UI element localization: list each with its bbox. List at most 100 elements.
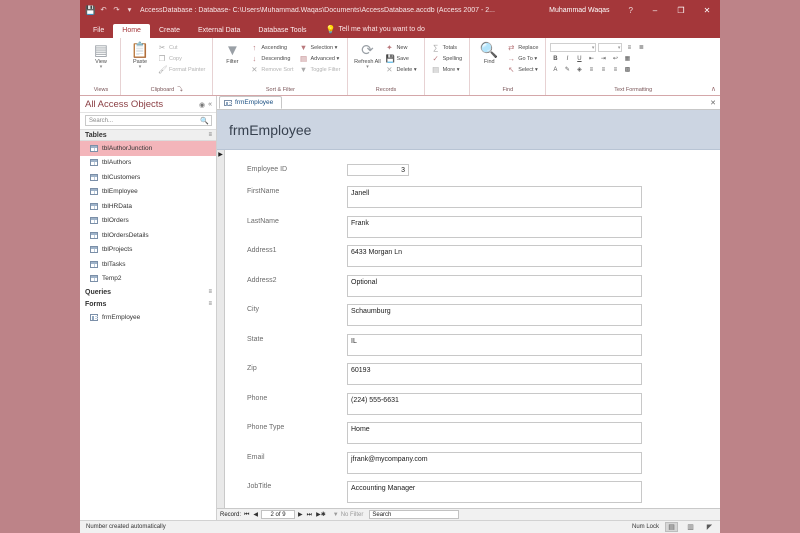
tab-external-data[interactable]: External Data xyxy=(189,24,249,38)
save-record-button[interactable]: 💾 Save xyxy=(382,53,419,64)
state-field[interactable]: IL xyxy=(347,333,642,356)
list-item[interactable]: Temp2 xyxy=(80,272,216,287)
tell-me-box[interactable]: 💡 Tell me what you want to do xyxy=(316,22,431,38)
list-item[interactable]: tblProjects xyxy=(80,243,216,258)
copy-button[interactable]: ❐ Copy xyxy=(155,53,208,64)
selection-button[interactable]: ▼ Selection ▾ xyxy=(296,42,343,53)
ascending-button[interactable]: ↑ Ascending xyxy=(247,42,296,53)
decrease-indent-icon[interactable]: ⇤ xyxy=(586,54,596,63)
select-button[interactable]: ↖ Select ▾ xyxy=(504,64,541,75)
list-item[interactable]: tblTasks xyxy=(80,257,216,272)
close-button[interactable]: ✕ xyxy=(694,0,720,20)
list-item[interactable]: tblAuthors xyxy=(80,156,216,171)
tab-file[interactable]: File xyxy=(84,24,114,38)
first-record-button[interactable]: ⏮ xyxy=(243,512,250,518)
list-item[interactable]: tblCustomers xyxy=(80,170,216,185)
close-document-icon[interactable]: ✕ xyxy=(710,99,716,107)
employee-id-field[interactable]: 3 xyxy=(347,164,409,176)
find-button[interactable]: 🔍 Find xyxy=(474,41,504,65)
new-record-button[interactable]: ▶✱ xyxy=(315,512,327,518)
customize-qat-icon[interactable]: ▾ xyxy=(125,6,134,15)
highlight-icon[interactable]: ✎ xyxy=(562,65,572,74)
lastname-field[interactable]: Frank xyxy=(347,215,642,238)
record-search-input[interactable]: Search xyxy=(369,510,460,519)
firstname-field[interactable]: Janell xyxy=(347,186,642,208)
collapse-ribbon-icon[interactable]: ∧ xyxy=(711,85,716,93)
bullets-icon[interactable]: ≡ xyxy=(624,43,634,52)
list-item[interactable]: tblHRData xyxy=(80,199,216,214)
city-field[interactable]: Schaumburg xyxy=(347,304,642,326)
list-item[interactable]: tblOrdersDetails xyxy=(80,228,216,243)
layout-view-icon[interactable]: ▥ xyxy=(684,522,697,532)
save-icon[interactable]: 💾 xyxy=(85,6,96,15)
navigation-pane-header[interactable]: All Access Objects ◉ « xyxy=(80,96,216,113)
background-color-icon[interactable]: ◈ xyxy=(574,65,584,74)
underline-button[interactable]: U xyxy=(574,54,584,63)
expander-icon[interactable]: ≡ xyxy=(208,132,212,138)
bold-button[interactable]: B xyxy=(550,54,560,63)
list-item[interactable]: frmEmployee xyxy=(80,310,216,325)
dialog-launcher-icon[interactable]: ⤵ xyxy=(177,86,183,95)
record-counter[interactable]: 2 of 9 xyxy=(261,510,296,519)
list-item[interactable]: tblOrders xyxy=(80,214,216,229)
tab-frmemployee[interactable]: frmEmployee xyxy=(219,96,283,109)
go-to-button[interactable]: → Go To ▾ xyxy=(504,53,541,64)
next-record-button[interactable]: ▶ xyxy=(297,512,304,518)
advanced-button[interactable]: ▤ Advanced ▾ xyxy=(296,53,343,64)
collapse-pane-icon[interactable]: « xyxy=(208,101,212,108)
format-painter-button[interactable]: 🖌 Format Painter xyxy=(155,64,208,75)
filter-status[interactable]: ▼ No Filter xyxy=(333,512,364,518)
list-item[interactable]: tblEmployee xyxy=(80,185,216,200)
phone-field[interactable]: (224) 555-6631 xyxy=(347,392,642,415)
design-view-icon[interactable]: ◤ xyxy=(703,522,716,532)
rtl-icon[interactable]: ↩ xyxy=(610,54,620,63)
numbering-icon[interactable]: ≣ xyxy=(636,43,646,52)
tab-create[interactable]: Create xyxy=(150,24,189,38)
record-selector[interactable]: ▶ xyxy=(217,150,225,508)
address2-field[interactable]: Optional xyxy=(347,274,642,297)
refresh-all-button[interactable]: ⟳ Refresh All ▾ xyxy=(352,41,382,70)
nav-group-tables[interactable]: Tables ≡ xyxy=(80,129,216,141)
tab-database-tools[interactable]: Database Tools xyxy=(249,24,315,38)
totals-button[interactable]: ∑ Totals xyxy=(429,42,466,53)
previous-record-button[interactable]: ◀ xyxy=(252,512,259,518)
undo-icon[interactable]: ↶ xyxy=(99,6,108,15)
nav-group-queries[interactable]: Queries ≡ xyxy=(80,286,216,298)
maximize-button[interactable]: ❐ xyxy=(668,0,694,20)
minimize-button[interactable]: – xyxy=(642,0,668,20)
email-field[interactable]: jfrank@mycompany.com xyxy=(347,451,642,474)
phone-type-field[interactable]: Home xyxy=(347,422,642,444)
align-center-icon[interactable]: ≡ xyxy=(598,65,608,74)
redo-icon[interactable]: ↷ xyxy=(112,6,121,15)
shutter-bar-icon[interactable]: ◉ xyxy=(199,101,205,109)
view-button[interactable]: ▤ View ▾ xyxy=(86,41,116,70)
address1-field[interactable]: 6433 Morgan Ln xyxy=(347,245,642,267)
expander-icon[interactable]: ≡ xyxy=(208,301,212,307)
tab-home[interactable]: Home xyxy=(113,24,150,38)
search-input[interactable]: Search... xyxy=(89,118,113,124)
remove-sort-button[interactable]: ✕ Remove Sort xyxy=(247,64,296,75)
new-record-button[interactable]: ✦ New xyxy=(382,42,419,53)
filter-button[interactable]: ▼ Filter xyxy=(217,41,247,65)
align-left-icon[interactable]: ≡ xyxy=(586,65,596,74)
toggle-filter-button[interactable]: ▼ Toggle Filter xyxy=(296,64,343,75)
align-right-icon[interactable]: ≡ xyxy=(610,65,620,74)
delete-record-button[interactable]: ✕ Delete ▾ xyxy=(382,64,419,75)
navigation-search-box[interactable]: Search... 🔍 xyxy=(85,115,212,126)
quick-access-toolbar[interactable]: 💾 ↶ ↷ ▾ xyxy=(80,6,140,15)
gridlines-icon[interactable]: ▩ xyxy=(622,65,632,74)
italic-button[interactable]: I xyxy=(562,54,572,63)
font-size-combo[interactable]: ▾ xyxy=(598,43,623,52)
expander-icon[interactable]: ≡ xyxy=(208,289,212,295)
last-record-button[interactable]: ⏭ xyxy=(306,512,313,518)
more-button[interactable]: ▤ More ▾ xyxy=(429,64,466,75)
account-name[interactable]: Muhammad Waqas xyxy=(549,7,619,14)
paste-button[interactable]: 📋 Paste ▾ xyxy=(125,41,155,70)
descending-button[interactable]: ↓ Descending xyxy=(247,53,296,64)
list-item[interactable]: tblAuthorJunction xyxy=(80,141,216,156)
zip-field[interactable]: 60193 xyxy=(347,363,642,385)
spelling-button[interactable]: ✓ Spelling xyxy=(429,53,466,64)
increase-indent-icon[interactable]: ⇥ xyxy=(598,54,608,63)
font-name-combo[interactable]: ▾ xyxy=(550,43,597,52)
form-view-icon[interactable]: ▤ xyxy=(665,522,678,532)
